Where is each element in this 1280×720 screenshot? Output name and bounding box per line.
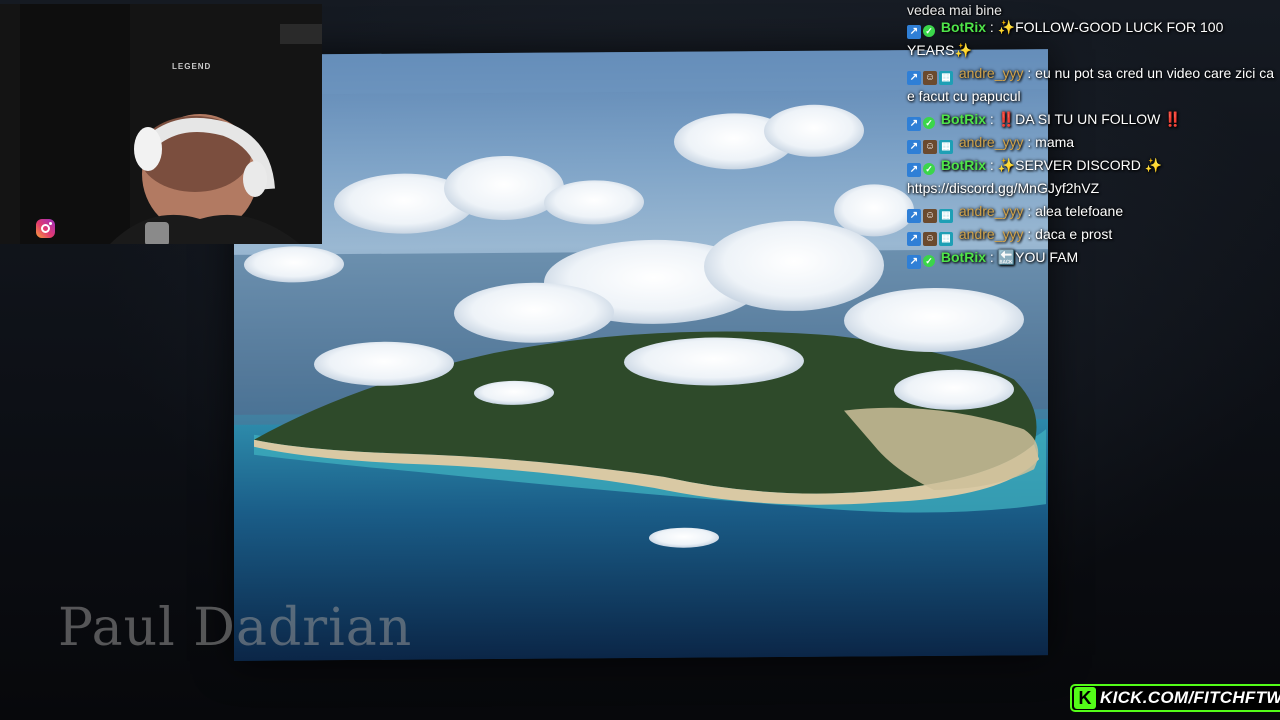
chat-text: alea telefoane [1035, 203, 1124, 219]
chat-separator: : [1023, 226, 1036, 242]
chat-message: ↗ ✓ BotRix : ✨SERVER DISCORD ✨ https://di… [907, 154, 1279, 200]
cat-badge-icon: ☺ [923, 140, 937, 154]
chat-message: ↗ ☺ ▦ andre_yyy : daca e prost [907, 223, 1279, 246]
chat-text: DA SI TU UN FOLLOW ‼️ [1015, 111, 1182, 127]
chat-separator: : [986, 157, 998, 173]
chat-separator: : [1023, 203, 1036, 219]
brand-label: LEGEND [172, 62, 212, 71]
blue-badge-icon: ↗ [907, 117, 921, 131]
teal-badge-icon: ▦ [939, 209, 953, 223]
blue-badge-icon: ↗ [907, 163, 921, 177]
cat-badge-icon: ☺ [923, 71, 937, 85]
chat-separator: : [986, 19, 998, 35]
verified-check-icon: ✓ [923, 255, 935, 267]
chat-emote: ‼️ [997, 111, 1016, 127]
watermark-text: Paul Dadrian [58, 598, 413, 658]
chat-username[interactable]: BotRix [941, 111, 986, 127]
verified-check-icon: ✓ [923, 117, 935, 129]
chat-list: ↗ ✓ BotRix : ✨FOLLOW-GOOD LUCK FOR 100 YE… [907, 16, 1279, 269]
chat-text: YOU FAM [1015, 249, 1079, 265]
chat-emote: 🔙 [997, 249, 1016, 265]
chat-text: daca e prost [1035, 226, 1113, 242]
webcam-overlay: LEGEND [0, 4, 322, 244]
chat-separator: : [986, 111, 998, 127]
kick-url: KICK.COM/FITCHFTW [1100, 688, 1280, 707]
cat-badge-icon: ☺ [923, 209, 937, 223]
chat-username[interactable]: BotRix [941, 157, 986, 173]
cat-badge-icon: ☺ [923, 232, 937, 246]
teal-badge-icon: ▦ [939, 140, 953, 154]
chat-text: mama [1035, 134, 1075, 150]
chat-message: ↗ ☺ ▦ andre_yyy : eu nu pot sa cred un vid… [907, 62, 1279, 108]
chat-message: ↗ ☺ ▦ andre_yyy : mama [907, 131, 1279, 154]
teal-badge-icon: ▦ [939, 232, 953, 246]
blue-badge-icon: ↗ [907, 255, 921, 269]
chat-username[interactable]: BotRix [941, 249, 986, 265]
chat-emote: ✨ [997, 157, 1016, 173]
chat-username[interactable]: andre_yyy [959, 134, 1024, 150]
chat-message: ↗ ✓ BotRix : ‼️DA SI TU UN FOLLOW ‼️ [907, 108, 1279, 131]
instagram-icon[interactable] [36, 219, 55, 238]
chat-username[interactable]: andre_yyy [959, 226, 1024, 242]
kick-logo-icon: K [1074, 687, 1096, 709]
teal-badge-icon: ▦ [939, 71, 953, 85]
chat-username[interactable]: BotRix [941, 19, 986, 35]
chat-username[interactable]: andre_yyy [959, 203, 1024, 219]
chat-message: ↗ ☺ ▦ andre_yyy : alea telefoane [907, 200, 1279, 223]
chat-overlay: vedea mai bine ↗ ✓ BotRix : ✨FOLLOW-GOOD … [907, 3, 1279, 269]
chat-separator: : [1023, 134, 1036, 150]
chat-separator: : [986, 249, 998, 265]
chat-emote: ✨ [997, 19, 1016, 35]
chat-message: ↗ ✓ BotRix : ✨FOLLOW-GOOD LUCK FOR 100 YE… [907, 16, 1279, 62]
chat-message: ↗ ✓ BotRix : 🔙YOU FAM [907, 246, 1279, 269]
blue-badge-icon: ↗ [907, 140, 921, 154]
blue-badge-icon: ↗ [907, 209, 921, 223]
verified-check-icon: ✓ [923, 163, 935, 175]
chat-username[interactable]: andre_yyy [959, 65, 1024, 81]
blue-badge-icon: ↗ [907, 71, 921, 85]
chat-message-cut: vedea mai bine [907, 3, 1002, 16]
blue-badge-icon: ↗ [907, 25, 921, 39]
blue-badge-icon: ↗ [907, 232, 921, 246]
kick-channel-badge[interactable]: K KICK.COM/FITCHFTW [1070, 684, 1280, 712]
chat-separator: : [1023, 65, 1036, 81]
verified-check-icon: ✓ [923, 25, 935, 37]
